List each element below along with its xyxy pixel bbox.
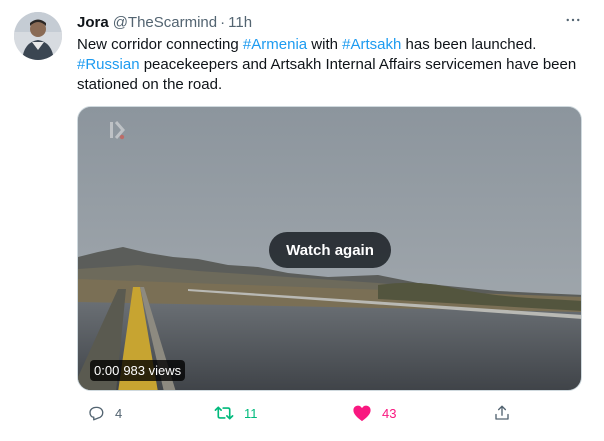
share-button[interactable] xyxy=(483,402,511,424)
retweet-icon xyxy=(214,404,234,422)
heart-filled-icon xyxy=(352,404,372,422)
like-count: 43 xyxy=(382,405,397,421)
more-options-button[interactable] xyxy=(563,12,583,32)
hashtag-artsakh[interactable]: #Artsakh xyxy=(342,36,401,53)
avatar[interactable] xyxy=(14,12,62,60)
separator-dot: · xyxy=(220,13,226,31)
video-player[interactable]: Watch again 0:00 983 views xyxy=(77,106,582,391)
tweet-actions: 4 11 43 xyxy=(77,402,509,424)
more-horizontal-icon xyxy=(564,11,582,34)
video-timestamp: 0:00 xyxy=(94,363,120,378)
tweet-header: Jora @TheScarmind · 11h xyxy=(77,12,252,32)
text-segment: has been launched. xyxy=(401,36,537,53)
tweet-text: New corridor connecting #Armenia with #A… xyxy=(77,35,582,95)
hashtag-armenia[interactable]: #Armenia xyxy=(243,36,307,53)
video-views: 983 views xyxy=(123,363,182,378)
reply-icon xyxy=(87,404,105,422)
author-name[interactable]: Jora xyxy=(77,14,109,31)
share-icon xyxy=(493,404,511,422)
watch-again-button[interactable]: Watch again xyxy=(269,232,391,268)
retweet-button[interactable]: 11 xyxy=(204,402,258,424)
reply-count: 4 xyxy=(115,405,123,421)
text-segment: New corridor connecting xyxy=(77,36,243,53)
hashtag-russian[interactable]: #Russian xyxy=(77,56,140,73)
text-segment: with xyxy=(307,36,343,53)
reply-button[interactable]: 4 xyxy=(77,402,122,424)
author-handle[interactable]: @TheScarmind xyxy=(113,14,217,31)
retweet-count: 11 xyxy=(244,405,258,421)
timestamp-link[interactable]: 11h xyxy=(228,14,252,31)
tweet[interactable]: Jora @TheScarmind · 11h New corridor con… xyxy=(0,0,604,441)
video-info-badge: 0:00 983 views xyxy=(90,360,186,381)
like-button[interactable]: 43 xyxy=(342,402,396,424)
text-segment: peacekeepers and Artsakh Internal Affair… xyxy=(77,56,577,93)
